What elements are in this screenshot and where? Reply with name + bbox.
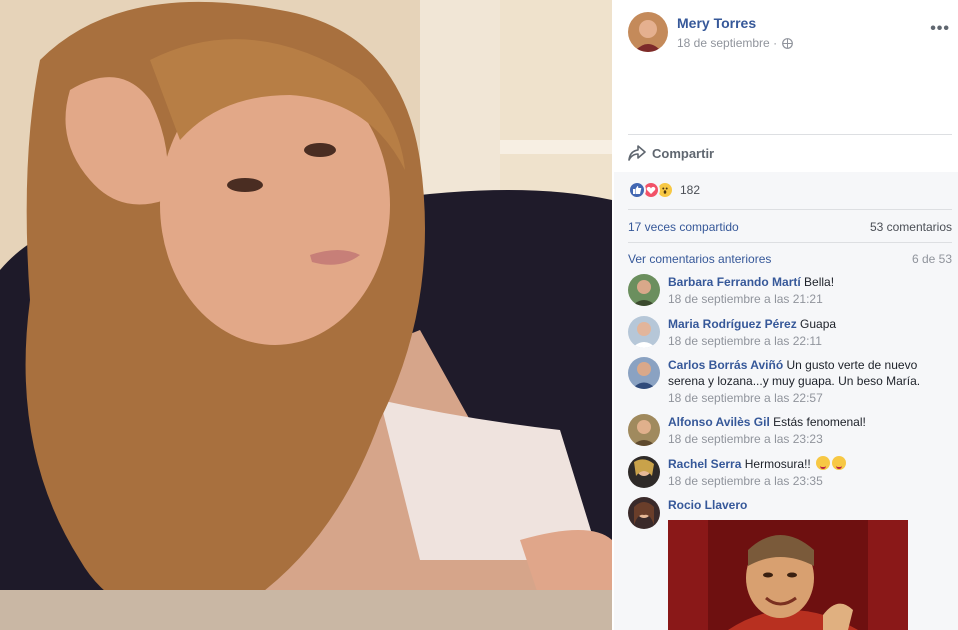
commenter-name[interactable]: Rachel Serra: [668, 457, 741, 471]
divider: [628, 242, 952, 243]
commenter-name[interactable]: Rocio Llavero: [668, 498, 747, 512]
post-date-text[interactable]: 18 de septiembre: [677, 36, 770, 50]
photo-illustration: [0, 0, 612, 630]
facebook-photo-viewer: Mery Torres 18 de septiembre · ••• Compa…: [0, 0, 958, 630]
share-label: Compartir: [652, 145, 715, 161]
view-previous-comments-link[interactable]: Ver comentarios anteriores: [628, 252, 771, 266]
comment-gif-attachment[interactable]: [668, 520, 908, 630]
kiss-emoji-icon: [816, 456, 831, 470]
commenter-name[interactable]: Barbara Ferrando Martí: [668, 275, 801, 289]
comment-body: Alfonso Avilès Gil Estás fenomenal!: [668, 414, 948, 430]
comment-timestamp[interactable]: 18 de septiembre a las 22:11: [668, 334, 822, 348]
comments-count[interactable]: 53 comentarios: [870, 220, 952, 234]
shares-count[interactable]: 17 veces compartido: [628, 220, 739, 234]
comment-message: Guapa: [800, 317, 837, 331]
commenter-name[interactable]: Maria Rodríguez Pérez: [668, 317, 797, 331]
kiss-emoji-icon: [832, 456, 847, 470]
more-options-button[interactable]: •••: [930, 20, 950, 38]
comment-body: Barbara Ferrando Martí Bella!: [668, 274, 948, 290]
share-arrow-icon: [628, 145, 646, 161]
commenter-avatar[interactable]: [628, 357, 660, 389]
comment-page-indicator: 6 de 53: [911, 252, 952, 266]
reactions-bar[interactable]: 182: [628, 181, 700, 199]
divider: [628, 209, 952, 210]
comment-body: Maria Rodríguez Pérez Guapa: [668, 316, 948, 332]
comment-timestamp[interactable]: 18 de septiembre a las 21:21: [668, 292, 823, 306]
post-header: Mery Torres 18 de septiembre · •••: [628, 12, 958, 54]
gif-illustration: [668, 520, 908, 630]
post-photo[interactable]: [0, 0, 612, 630]
commenter-avatar[interactable]: [628, 274, 660, 306]
commenter-name[interactable]: Carlos Borrás Aviñó: [668, 358, 783, 372]
share-button[interactable]: Compartir: [628, 141, 714, 165]
commenter-avatar[interactable]: [628, 316, 660, 348]
commenter-avatar[interactable]: [628, 456, 660, 488]
divider: [628, 134, 952, 135]
comment-message: Hermosura!!: [744, 457, 811, 471]
reaction-count[interactable]: 182: [680, 183, 700, 197]
comment-timestamp[interactable]: 18 de septiembre a las 22:57: [668, 391, 823, 405]
comment-body: Rocio Llavero: [668, 497, 948, 513]
comment-message: Estás fenomenal!: [773, 415, 866, 429]
post-panel: Mery Torres 18 de septiembre · ••• Compa…: [614, 0, 958, 630]
post-date: 18 de septiembre ·: [677, 36, 794, 50]
author-name[interactable]: Mery Torres: [677, 15, 756, 31]
comment-timestamp[interactable]: 18 de septiembre a las 23:23: [668, 432, 823, 446]
comment-timestamp[interactable]: 18 de septiembre a las 23:35: [668, 474, 823, 488]
comment-message: Bella!: [804, 275, 835, 289]
comment-body: Carlos Borrás Aviñó Un gusto verte de nu…: [668, 357, 948, 389]
date-separator: ·: [773, 36, 778, 50]
comment-body: Rachel Serra Hermosura!!: [668, 456, 948, 472]
commenter-avatar[interactable]: [628, 497, 660, 529]
author-avatar[interactable]: [628, 12, 668, 52]
commenter-name[interactable]: Alfonso Avilès Gil: [668, 415, 770, 429]
commenter-avatar[interactable]: [628, 414, 660, 446]
like-icon: [628, 181, 646, 199]
public-globe-icon[interactable]: [782, 38, 794, 50]
